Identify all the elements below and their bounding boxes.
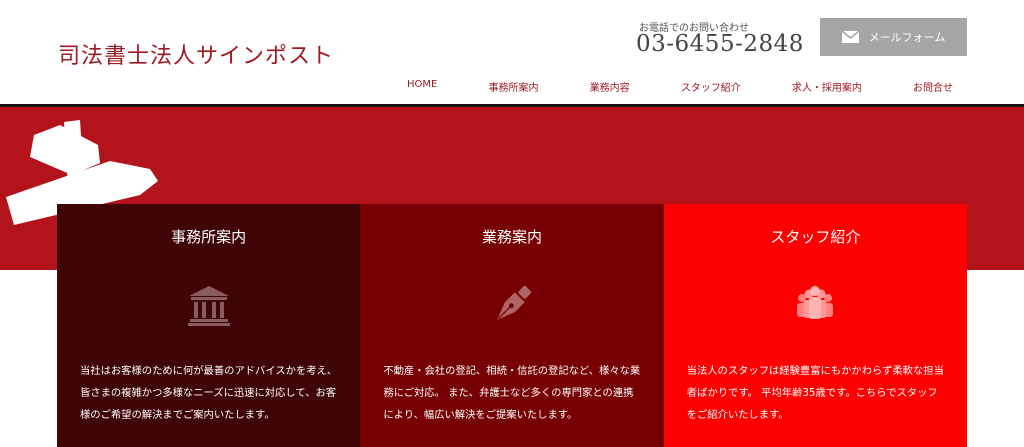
nav-item-staff[interactable]: スタッフ紹介: [659, 79, 763, 95]
nav-item-office[interactable]: 事務所案内: [466, 79, 560, 95]
nav-item-recruit[interactable]: 求人・採用案内: [770, 79, 884, 95]
card-text: 不動産・会社の登記、相続・信託の登記など、様々な業務にご対応。 また、弁護士など…: [383, 365, 641, 421]
main-nav: HOME 事務所案内 業務内容 スタッフ紹介 求人・採用案内 お問合せ: [385, 79, 975, 95]
card-staff[interactable]: スタッフ紹介 当法人のスタッフは経験豊富にもかかわらず柔軟な担当者ばかりです。 …: [663, 204, 967, 447]
staff-group-icon: [797, 286, 834, 319]
card-text: 当法人のスタッフは経験豊富にもかかわらず柔軟な担当者ばかりです。 平均年齢35歳…: [686, 365, 944, 421]
site-logo[interactable]: 司法書士法人サインポスト: [58, 38, 334, 70]
card-services[interactable]: 業務案内 不動産・会社の登記、相続・信託の登記など、様々な業務にご対応。 また、…: [360, 204, 664, 447]
nav-item-home[interactable]: HOME: [385, 79, 459, 95]
page: 司法書士法人サインポスト お電話でのお問い合わせ 03-6455-2848 メー…: [0, 0, 1024, 447]
card-title: 事務所案内: [171, 228, 247, 246]
card-title: 業務案内: [481, 228, 542, 246]
nav-item-services[interactable]: 業務内容: [568, 79, 652, 95]
site-header: 司法書士法人サインポスト お電話でのお問い合わせ 03-6455-2848 メー…: [0, 0, 1024, 104]
fountain-pen-icon: [497, 285, 532, 320]
feature-cards: 事務所案内 当社はお客様のために何が最善のアドバイスかを考え、皆さまの複雑かつ多…: [57, 204, 967, 447]
tel-number[interactable]: 03-6455-2848: [636, 31, 804, 57]
card-text: 当社はお客様のために何が最善のアドバイスかを考え、皆さまの複雑かつ多様なニーズに…: [80, 365, 338, 421]
mail-form-button[interactable]: メールフォーム: [820, 18, 967, 56]
envelope-icon: [841, 31, 859, 43]
mail-form-label: メールフォーム: [868, 31, 946, 44]
nav-item-contact[interactable]: お問合せ: [891, 79, 975, 95]
card-title: スタッフ紹介: [770, 228, 861, 246]
card-office[interactable]: 事務所案内 当社はお客様のために何が最善のアドバイスかを考え、皆さまの複雑かつ多…: [57, 204, 361, 447]
bank-building-icon: [187, 286, 230, 326]
